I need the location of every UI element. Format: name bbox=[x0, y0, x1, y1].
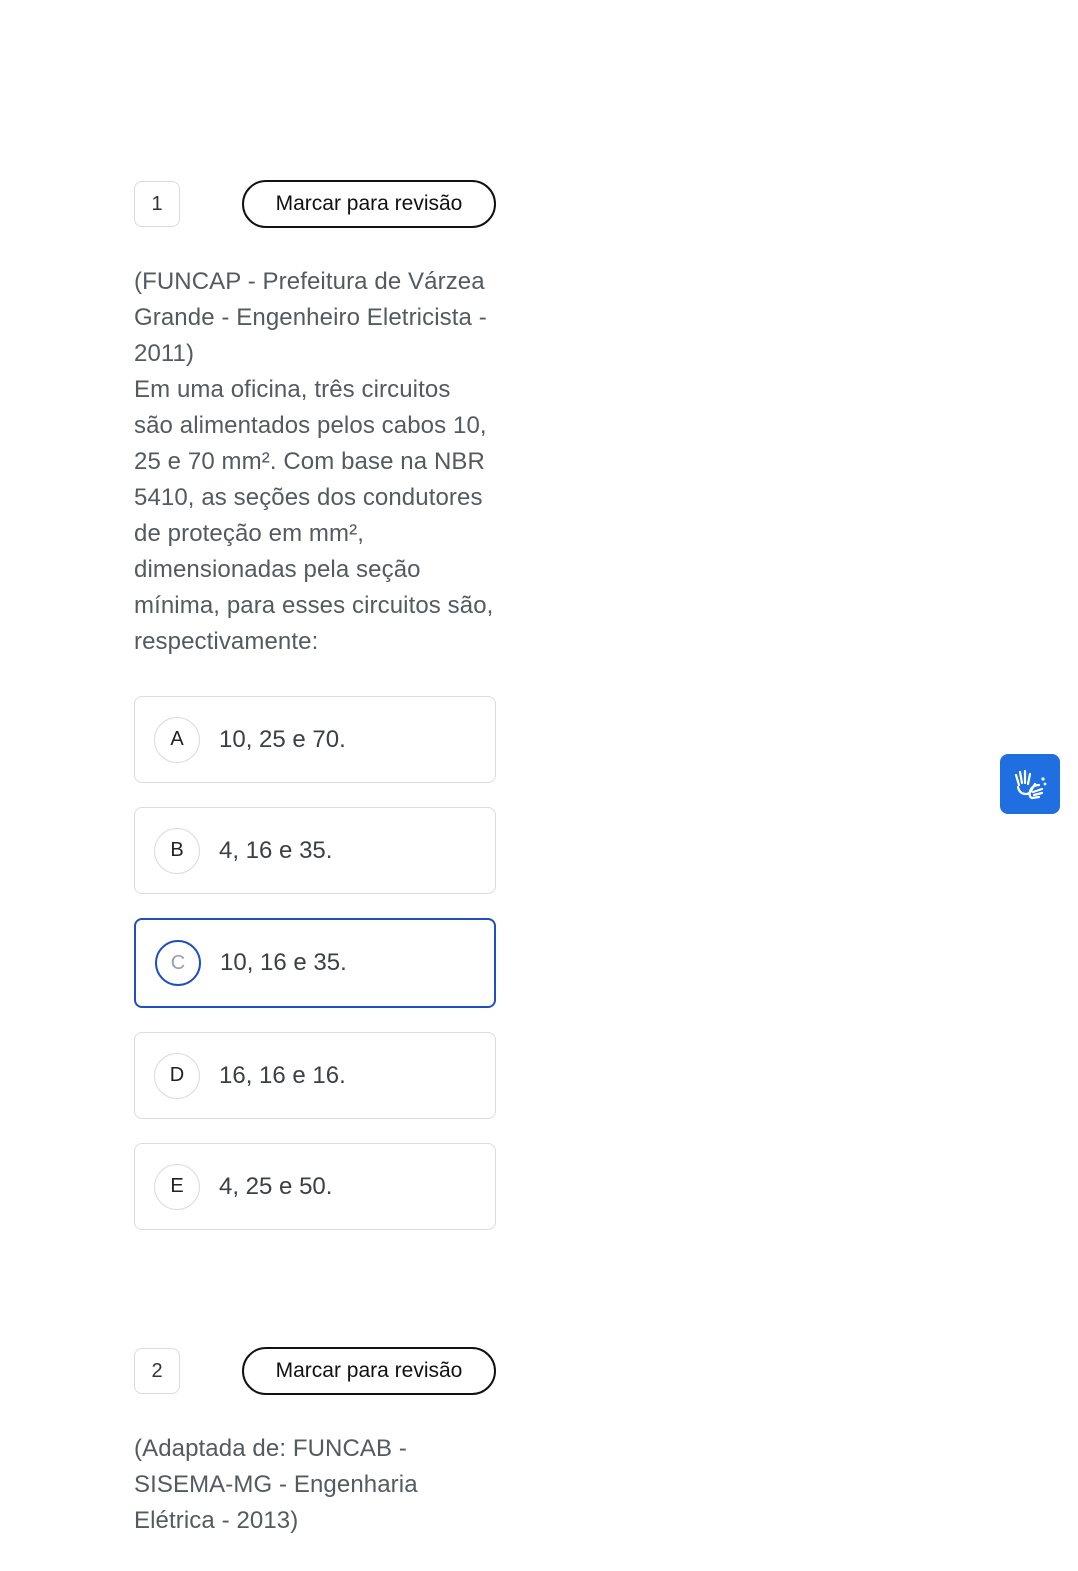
page: 1 Marcar para revisão (FUNCAP - Prefeitu… bbox=[0, 0, 1078, 1571]
option-e[interactable]: E 4, 25 e 50. bbox=[134, 1143, 496, 1230]
question-text: (FUNCAP - Prefeitura de Várzea Grande - … bbox=[134, 264, 496, 660]
question-header: 1 Marcar para revisão bbox=[134, 180, 496, 228]
question-statement: Em uma oficina, três circuitos são alime… bbox=[134, 376, 494, 655]
option-text: 10, 25 e 70. bbox=[219, 725, 346, 753]
option-a[interactable]: A 10, 25 e 70. bbox=[134, 696, 496, 783]
option-text: 10, 16 e 35. bbox=[220, 949, 347, 976]
question-2: 2 Marcar para revisão (Adaptada de: FUNC… bbox=[134, 1347, 496, 1539]
option-text: 16, 16 e 16. bbox=[219, 1061, 346, 1089]
option-letter: D bbox=[154, 1052, 200, 1099]
mark-for-review-button[interactable]: Marcar para revisão bbox=[242, 180, 496, 228]
option-letter: B bbox=[154, 827, 200, 874]
question-source: (FUNCAP - Prefeitura de Várzea Grande - … bbox=[134, 268, 487, 367]
option-d[interactable]: D 16, 16 e 16. bbox=[134, 1032, 496, 1119]
mark-for-review-button[interactable]: Marcar para revisão bbox=[242, 1347, 496, 1395]
answer-options: A 10, 25 e 70. B 4, 16 e 35. C 10, 16 e … bbox=[134, 696, 496, 1230]
question-number: 1 bbox=[134, 181, 180, 227]
question-source: (Adaptada de: FUNCAB - SISEMA-MG - Engen… bbox=[134, 1435, 418, 1534]
question-text: (Adaptada de: FUNCAB - SISEMA-MG - Engen… bbox=[134, 1431, 496, 1539]
question-number: 2 bbox=[134, 1348, 180, 1394]
sign-language-hands-icon bbox=[1014, 769, 1047, 800]
option-b[interactable]: B 4, 16 e 35. bbox=[134, 807, 496, 894]
question-1: 1 Marcar para revisão (FUNCAP - Prefeitu… bbox=[134, 180, 496, 1254]
option-letter: C bbox=[155, 940, 201, 986]
question-header: 2 Marcar para revisão bbox=[134, 1347, 496, 1395]
option-letter: E bbox=[154, 1163, 200, 1210]
option-letter: A bbox=[154, 716, 200, 763]
option-text: 4, 25 e 50. bbox=[219, 1172, 333, 1200]
option-text: 4, 16 e 35. bbox=[219, 836, 333, 864]
sign-language-button[interactable] bbox=[1000, 754, 1060, 814]
option-c[interactable]: C 10, 16 e 35. bbox=[134, 918, 496, 1008]
